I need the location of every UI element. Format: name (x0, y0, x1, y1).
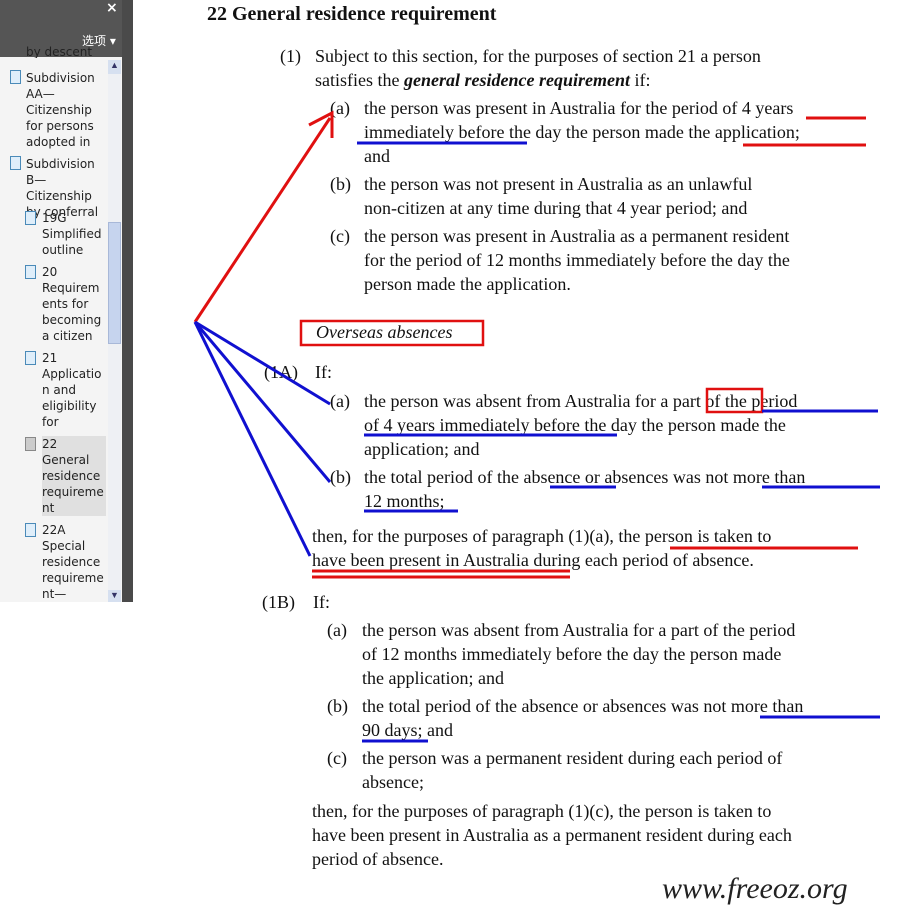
annotations (193, 110, 880, 743)
red-arrow (193, 117, 332, 323)
highlight-box (705, 387, 764, 414)
highlight-box (299, 319, 485, 347)
